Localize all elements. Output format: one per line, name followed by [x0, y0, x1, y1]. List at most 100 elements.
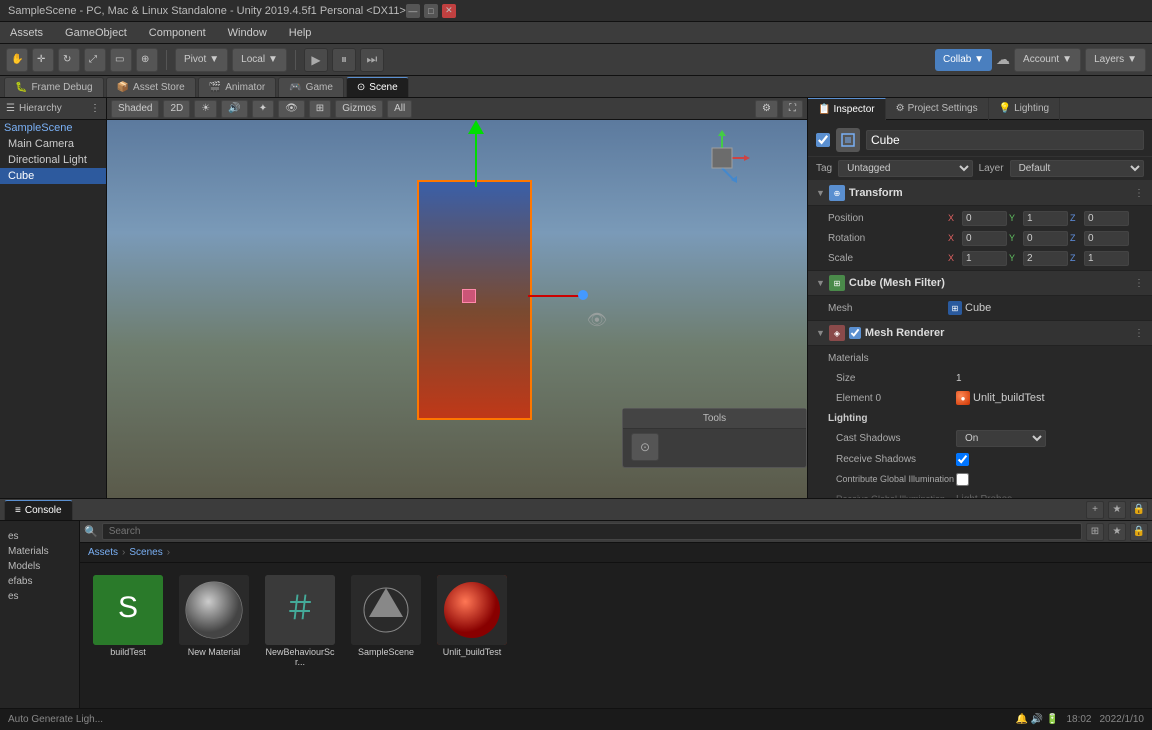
search-filter-3[interactable]: 🔒 [1130, 523, 1148, 541]
tab-game[interactable]: 🎮 Game [278, 77, 344, 97]
move-handle-x[interactable] [528, 295, 580, 297]
all-button[interactable]: All [387, 100, 412, 118]
rotate-tool[interactable]: ↻ [58, 48, 80, 72]
scene-settings-button[interactable]: ⚙ [755, 100, 778, 118]
tag-select[interactable]: Untagged [838, 160, 972, 177]
mesh-renderer-menu[interactable]: ⋮ [1134, 328, 1144, 339]
mesh-filter-menu[interactable]: ⋮ [1134, 278, 1144, 289]
asset-unlit[interactable]: Unlit_buildTest [432, 571, 512, 700]
hierarchy-item-main-camera[interactable]: Main Camera [0, 136, 106, 152]
hierarchy-item-cube[interactable]: Cube [0, 168, 106, 184]
scale-z-input[interactable] [1084, 251, 1129, 266]
audio-button[interactable]: 🔊 [221, 100, 247, 118]
tab-frame-debug[interactable]: 🐛 Frame Debug [4, 77, 104, 97]
local-button[interactable]: Local▼ [232, 48, 287, 72]
tab-scene[interactable]: ⊙ Scene [346, 77, 409, 97]
shaded-button[interactable]: Shaded [111, 100, 159, 118]
rot-x-input[interactable] [962, 231, 1007, 246]
scale-tool[interactable]: ⤢ [84, 48, 106, 72]
asset-new-material[interactable]: New Material [174, 571, 254, 700]
asset-buildtest[interactable]: S buildTest [88, 571, 168, 700]
account-button[interactable]: Account▼ [1014, 48, 1081, 72]
left-nav-materials[interactable]: Materials [4, 544, 75, 559]
minimize-button[interactable]: — [406, 4, 420, 18]
inspector-tab-lighting[interactable]: 💡 Lighting [989, 98, 1060, 120]
asset-samplescene[interactable]: SampleScene [346, 571, 426, 700]
pivot-button[interactable]: Pivot▼ [175, 48, 228, 72]
move-center-handle[interactable] [462, 289, 476, 303]
tab-animator[interactable]: 🎬 Animator [198, 77, 276, 97]
maximize-button[interactable]: □ [424, 4, 438, 18]
step-button[interactable]: ⏭ [360, 48, 384, 72]
tab-console[interactable]: ≡ Console [4, 500, 73, 520]
hierarchy-menu-icon[interactable]: ⋮ [90, 103, 100, 114]
bottom-star-button[interactable]: ★ [1108, 501, 1126, 519]
mesh-renderer-checkbox[interactable] [849, 327, 861, 339]
play-button[interactable]: ▶ [304, 48, 328, 72]
layers-button[interactable]: Layers▼ [1085, 48, 1146, 72]
collab-button[interactable]: Collab ▼ [935, 49, 992, 71]
lighting-button[interactable]: ☀ [194, 100, 217, 118]
pause-button[interactable]: ⏸ [332, 48, 356, 72]
transform-header[interactable]: ⊕ Transform ⋮ [808, 181, 1152, 206]
transform-menu[interactable]: ⋮ [1134, 188, 1144, 199]
asset-script[interactable]: ＃ NewBehaviourScr... [260, 571, 340, 700]
left-nav-es[interactable]: es [4, 529, 75, 544]
scale-x-input[interactable] [962, 251, 1007, 266]
transform-tool[interactable]: ⊕ [136, 48, 158, 72]
hierarchy-item-directional-light[interactable]: Directional Light [0, 152, 106, 168]
search-filter-2[interactable]: ★ [1108, 523, 1126, 541]
cast-shadows-select[interactable]: OnOffTwo Sided [956, 430, 1046, 447]
move-handle-y[interactable] [475, 132, 477, 187]
effects-button[interactable]: ✦ [252, 100, 274, 118]
left-nav-efabs[interactable]: efabs [4, 574, 75, 589]
inspector-tab-project-settings[interactable]: ⚙ Project Settings [886, 98, 989, 120]
search-filter-1[interactable]: ⊞ [1086, 523, 1104, 541]
hidden-button[interactable]: 👁 [278, 100, 305, 118]
left-nav-es2[interactable]: es [4, 589, 75, 604]
tab-asset-store[interactable]: 📦 Asset Store [106, 77, 196, 97]
inspector-tab-inspector[interactable]: 📋 Inspector [808, 98, 886, 120]
mesh-filter-header[interactable]: ⊞ Cube (Mesh Filter) ⋮ [808, 271, 1152, 296]
contribute-gi-checkbox[interactable] [956, 473, 969, 486]
layer-select[interactable]: Default [1010, 160, 1144, 177]
close-button[interactable]: ✕ [442, 4, 456, 18]
account-label: Account [1023, 54, 1059, 65]
hand-tool[interactable]: ✋ [6, 48, 28, 72]
menu-help[interactable]: Help [285, 25, 316, 41]
menu-window[interactable]: Window [224, 25, 271, 41]
gizmos-button[interactable]: Gizmos [335, 100, 383, 118]
pos-z-input[interactable] [1084, 211, 1129, 226]
receive-shadows-checkbox[interactable] [956, 453, 969, 466]
left-nav-models[interactable]: Models [4, 559, 75, 574]
tools-header: Tools [623, 409, 806, 429]
go-name-input[interactable] [866, 130, 1144, 150]
breadcrumb-assets[interactable]: Assets [88, 547, 118, 558]
breadcrumb-scenes[interactable]: Scenes [129, 547, 162, 558]
statusbar: Auto Generate Ligh... 🔔 🔊 🔋 18:02 2022/1… [0, 708, 1152, 730]
breadcrumb-sep-1: › [122, 547, 125, 558]
mesh-renderer-arrow [816, 327, 825, 339]
rot-z-input[interactable] [1084, 231, 1129, 246]
scene-maximize-button[interactable]: ⛶ [782, 100, 803, 118]
scale-y-input[interactable] [1023, 251, 1068, 266]
menu-assets[interactable]: Assets [6, 25, 47, 41]
hierarchy-scene[interactable]: SampleScene [0, 120, 106, 136]
cloud-icon[interactable]: ☁ [996, 51, 1010, 68]
mesh-renderer-header[interactable]: ◈ Mesh Renderer ⋮ [808, 321, 1152, 346]
hierarchy-header: ☰ Hierarchy ⋮ [0, 98, 106, 120]
menu-component[interactable]: Component [145, 25, 210, 41]
scene-tool-button[interactable]: ⊙ [631, 433, 659, 461]
grid-button[interactable]: ⊞ [309, 100, 331, 118]
bottom-add-button[interactable]: + [1086, 501, 1104, 519]
rot-y-input[interactable] [1023, 231, 1068, 246]
pos-x-input[interactable] [962, 211, 1007, 226]
rect-tool[interactable]: ▭ [110, 48, 132, 72]
bottom-lock-button[interactable]: 🔒 [1130, 501, 1148, 519]
menu-gameobject[interactable]: GameObject [61, 25, 131, 41]
go-active-checkbox[interactable] [816, 133, 830, 147]
move-tool[interactable]: ✛ [32, 48, 54, 72]
search-input[interactable] [102, 523, 1082, 540]
2d-button[interactable]: 2D [163, 100, 190, 118]
pos-y-input[interactable] [1023, 211, 1068, 226]
